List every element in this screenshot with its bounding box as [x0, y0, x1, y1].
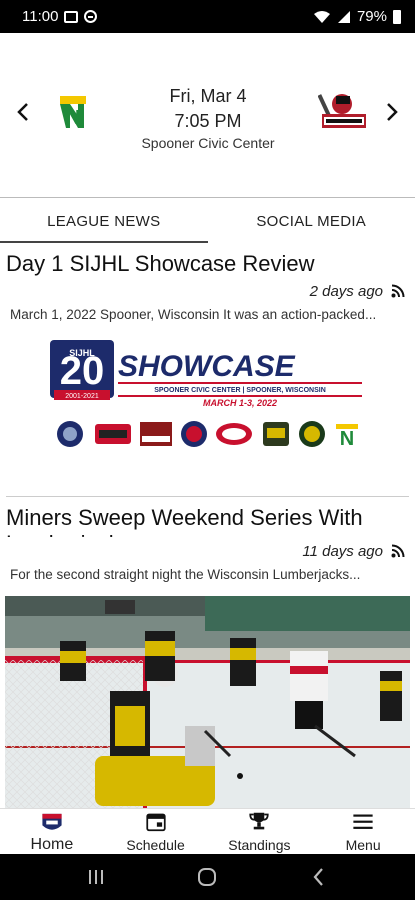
article-title: Miners Sweep Weekend Series With Lumberj…	[6, 505, 363, 537]
article-photo[interactable]	[5, 596, 410, 808]
battery-icon	[393, 9, 401, 24]
away-team-logo	[318, 94, 366, 128]
game-time: 7:05 PM	[174, 111, 242, 131]
svg-text:SIJHL: SIJHL	[69, 348, 95, 358]
article-title: Day 1 SIJHL Showcase Review	[6, 251, 315, 276]
tab-social-media[interactable]: SOCIAL MEDIA	[208, 199, 415, 243]
nav-label-menu: Menu	[345, 837, 381, 853]
do-not-disturb-icon	[84, 10, 98, 23]
news-article[interactable]: Day 1 SIJHL Showcase Review 2 days ago M…	[0, 243, 415, 322]
previous-game-button[interactable]	[8, 95, 38, 129]
news-tabs: LEAGUE NEWS SOCIAL MEDIA	[0, 199, 415, 243]
bottom-navigation: Home Schedule Standings Menu	[0, 808, 415, 854]
rss-icon	[391, 284, 405, 298]
hamburger-menu-icon	[353, 814, 373, 829]
nav-standings[interactable]: Standings	[208, 809, 312, 854]
article-excerpt: March 1, 2022 Spooner, Wisconsin It was …	[10, 307, 377, 322]
home-logo-icon	[42, 813, 62, 830]
android-navigation-bar	[0, 854, 415, 900]
svg-text:N: N	[66, 107, 80, 129]
article-excerpt: For the second straight night the Wiscon…	[10, 567, 361, 582]
status-bar: 11:00 79%	[0, 0, 415, 33]
team-logos-row: N	[57, 421, 358, 450]
nav-label-schedule: Schedule	[126, 837, 185, 853]
showcase-banner-image[interactable]: 20 SIJHL 2001-2021 SHOWCASE SPOONER CIVI…	[0, 338, 415, 478]
calendar-icon	[146, 813, 166, 832]
hockey-game-photo	[5, 596, 410, 808]
svg-text:2001-2021: 2001-2021	[65, 393, 99, 400]
game-venue: Spooner Civic Center	[141, 135, 275, 151]
news-feed[interactable]: Day 1 SIJHL Showcase Review 2 days ago M…	[0, 243, 415, 808]
trophy-icon	[249, 812, 270, 830]
nav-label-home: Home	[30, 836, 74, 853]
next-game-button[interactable]	[377, 95, 407, 129]
chevron-right-icon	[387, 103, 398, 121]
status-time: 11:00	[22, 8, 59, 25]
svg-text:SPOONER CIVIC CENTER | SPOONER: SPOONER CIVIC CENTER | SPOONER, WISCONSI…	[154, 387, 326, 394]
article-date: 2 days ago	[309, 282, 383, 300]
rss-icon	[391, 544, 405, 558]
news-article[interactable]: Miners Sweep Weekend Series With Lumberj…	[0, 497, 415, 582]
back-icon[interactable]	[308, 866, 330, 888]
recent-apps-icon[interactable]	[85, 866, 107, 888]
home-circle-icon[interactable]	[196, 866, 218, 888]
nav-home[interactable]: Home	[0, 809, 104, 854]
tab-league-news[interactable]: LEAGUE NEWS	[0, 199, 208, 243]
battery-percent: 79%	[356, 8, 387, 25]
svg-text:N: N	[340, 428, 354, 450]
game-header: N Fri, Mar 4 7:05 PM Spooner Civic Cente…	[0, 33, 415, 198]
article-date: 11 days ago	[302, 542, 383, 560]
home-team-logo: N	[60, 96, 86, 129]
image-notification-icon	[64, 10, 79, 23]
game-date: Fri, Mar 4	[169, 86, 247, 106]
svg-text:MARCH 1-3, 2022: MARCH 1-3, 2022	[203, 398, 277, 408]
nav-schedule[interactable]: Schedule	[104, 809, 208, 854]
chevron-left-icon	[17, 103, 28, 121]
showcase-graphic: 20 SIJHL 2001-2021 SHOWCASE SPOONER CIVI…	[50, 340, 362, 450]
svg-text:SHOWCASE: SHOWCASE	[118, 350, 296, 383]
signal-icon	[337, 10, 350, 23]
nav-label-standings: Standings	[228, 837, 291, 853]
game-info[interactable]: Fri, Mar 4 7:05 PM Spooner Civic Center	[110, 84, 306, 152]
nav-menu[interactable]: Menu	[311, 809, 415, 854]
wifi-icon	[313, 10, 330, 23]
